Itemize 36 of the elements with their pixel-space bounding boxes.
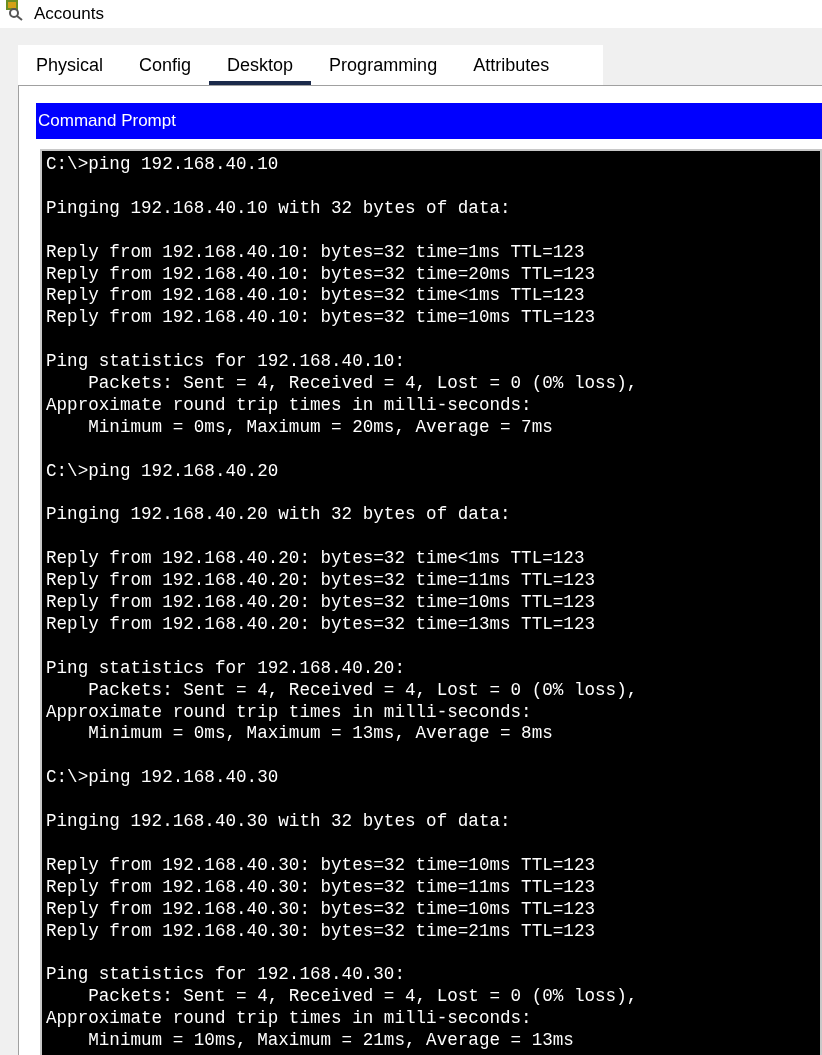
terminal-line: Approximate round trip times in milli-seconds: — [46, 394, 533, 417]
terminal-line: Packets: Sent = 4, Received = 4, Lost = 0 (0% loss), — [87, 679, 639, 702]
terminal-line: Minimum = 0ms, Maximum = 20ms, Average = 7ms — [87, 416, 554, 439]
terminal-line: Reply from 192.168.40.30: bytes=32 time=11ms TTL=123 — [46, 876, 596, 899]
terminal-line: Ping statistics for 192.168.40.10: — [46, 351, 406, 373]
terminal-line: Packets: Sent = 4, Received = 4, Lost = 0 (0% loss), — [87, 986, 639, 1009]
terminal-line: Minimum = 10ms, Maximum = 21ms, Average = 13ms — [87, 1030, 575, 1052]
terminal-line: Reply from 192.168.40.30: bytes=32 time=10ms TTL=123 — [46, 898, 596, 921]
tab[interactable]: Config — [121, 45, 210, 85]
terminal-line: Reply from 192.168.40.20: bytes=32 time<1ms TTL=123 — [46, 548, 586, 571]
terminal-line: Reply from 192.168.40.30: bytes=32 time=10ms TTL=123 — [46, 854, 596, 877]
terminal-line: Pinging 192.168.40.10 with 32 bytes of data: — [46, 197, 512, 220]
terminal-line: Ping statistics for 192.168.40.30: — [46, 964, 406, 987]
terminal-line: Pinging 192.168.40.30 with 32 bytes of data: — [46, 811, 512, 833]
window-title: Accounts — [34, 4, 104, 24]
terminal-line: C:\>ping 192.168.40.30 — [46, 767, 280, 790]
tab[interactable]: Physical — [18, 45, 122, 85]
terminal-line: Reply from 192.168.40.20: bytes=32 time=11ms TTL=123 — [46, 570, 596, 593]
app-title-bar: Command Prompt — [36, 103, 822, 139]
terminal-line: Reply from 192.168.40.20: bytes=32 time=10ms TTL=123 — [46, 592, 596, 614]
terminal-line: Reply from 192.168.40.10: bytes=32 time=1ms TTL=123 — [46, 241, 586, 264]
terminal-line: Ping statistics for 192.168.40.20: — [46, 657, 406, 680]
tab[interactable]: Attributes — [455, 45, 568, 85]
terminal-line: C:\>ping 192.168.40.20 — [46, 460, 280, 483]
terminal-line: Packets: Sent = 4, Received = 4, Lost = 0 (0% loss), — [87, 373, 639, 395]
tab[interactable]: Programming — [311, 45, 456, 85]
terminal-line: Pinging 192.168.40.20 with 32 bytes of data: — [46, 504, 512, 527]
terminal-line: Reply from 192.168.40.10: bytes=32 time=10ms TTL=123 — [46, 307, 596, 330]
terminal-line: Minimum = 0ms, Maximum = 13ms, Average = 8ms — [87, 723, 554, 746]
terminal-line: Reply from 192.168.40.10: bytes=32 time=20ms TTL=123 — [46, 263, 596, 286]
terminal-line: Approximate round trip times in milli-seconds: — [46, 1008, 533, 1031]
terminal-line: Reply from 192.168.40.10: bytes=32 time<1ms TTL=123 — [46, 285, 586, 308]
terminal-line: Approximate round trip times in milli-seconds: — [46, 701, 533, 724]
terminal-line: Reply from 192.168.40.20: bytes=32 time=13ms TTL=123 — [46, 613, 596, 636]
terminal-line: Reply from 192.168.40.30: bytes=32 time=21ms TTL=123 — [46, 920, 596, 943]
terminal-line: C:\>ping 192.168.40.10 — [46, 154, 280, 176]
